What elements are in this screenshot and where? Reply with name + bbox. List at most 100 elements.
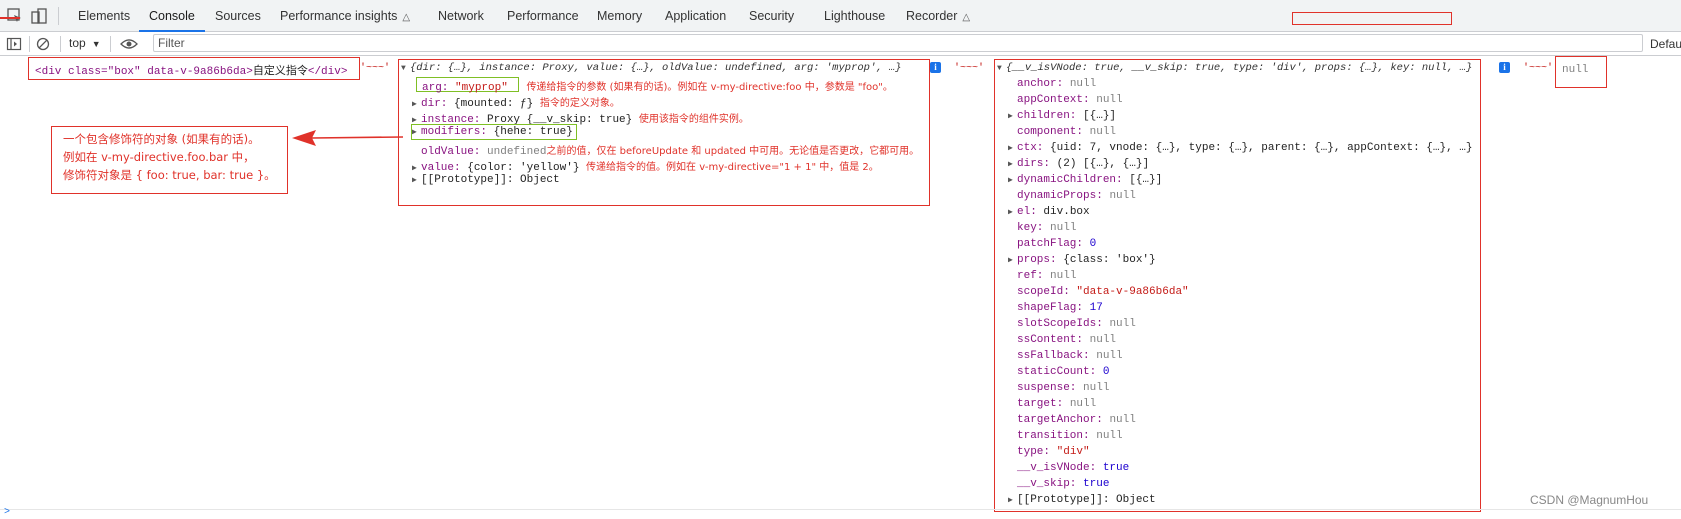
- vnode-row: staticCount: 0: [1017, 366, 1109, 378]
- vnode-summary-text: {__v_isVNode: true, __v_skip: true, type…: [1006, 62, 1473, 74]
- clear-console-icon[interactable]: [35, 36, 51, 52]
- collapsed-triangle-icon: ▶: [412, 128, 417, 137]
- vnode-key: patchFlag:: [1017, 238, 1084, 250]
- collapsed-triangle-icon: ▶: [1008, 256, 1013, 265]
- arg-annotation: 传递给指令的参数 (如果有的话)。例如在 v-my-directive:foo …: [526, 82, 893, 93]
- tab-performance-insights[interactable]: Performance insights △: [280, 0, 410, 31]
- vnode-value: null: [1096, 94, 1123, 106]
- vnode-row[interactable]: ▶ props: {class: 'box'}: [1008, 254, 1156, 266]
- vnode-key: scopeId:: [1017, 286, 1070, 298]
- log-levels-dropdown[interactable]: Defaul: [1650, 37, 1681, 51]
- vnode-value: null: [1109, 414, 1136, 426]
- vnode-key: ssContent:: [1017, 334, 1084, 346]
- callout-arrow-icon: [292, 130, 404, 146]
- oldvalue-annotation: 之前的值，仅在 beforeUpdate 和 updated 中可用。无论值是否…: [546, 146, 920, 157]
- modifiers-value: {hehe: true}: [493, 126, 573, 138]
- tab-lighthouse[interactable]: Lighthouse: [824, 0, 885, 31]
- logged-element[interactable]: <div class="box" data-v-9a86b6da>自定义指令</…: [35, 62, 347, 78]
- value-annotation: 传递给指令的值。例如在 v-my-directive="1 + 1" 中，值是 …: [586, 162, 879, 173]
- element-text: 自定义指令: [252, 64, 308, 77]
- toolbar-divider: [29, 36, 30, 52]
- console-prompt-icon[interactable]: >: [4, 507, 10, 518]
- vnode-value: null: [1050, 222, 1077, 234]
- vnode-row[interactable]: ▶ ctx: {uid: 7, vnode: {…}, type: {…}, pa…: [1008, 142, 1472, 154]
- vnode-row: ssFallback: null: [1017, 350, 1123, 362]
- info-icon[interactable]: i: [1499, 62, 1510, 73]
- vnode-value: Object: [1116, 494, 1156, 506]
- tab-security[interactable]: Security: [749, 0, 794, 31]
- tab-performance[interactable]: Performance: [507, 0, 579, 31]
- tab-recorder-label: Recorder: [906, 9, 958, 23]
- binding-modifiers-row[interactable]: ▶ modifiers: {hehe: true}: [412, 126, 573, 138]
- vnode-key: el:: [1017, 206, 1037, 218]
- live-expression-eye-icon[interactable]: [120, 37, 138, 51]
- vnode-row[interactable]: ▶ dynamicChildren: [{…}]: [1008, 174, 1162, 186]
- binding-object-summary[interactable]: ▼ {dir: {…}, instance: Proxy, value: {…},…: [401, 62, 901, 74]
- show-sidebar-icon[interactable]: [6, 36, 22, 52]
- vnode-row: ref: null: [1017, 270, 1076, 282]
- filter-input[interactable]: [153, 34, 1643, 52]
- vnode-value: null: [1050, 270, 1077, 282]
- modifiers-callout-line: 一个包含修饰符的对象 (如果有的话)。: [63, 132, 260, 146]
- binding-arg-row: arg: "myprop" 传递给指令的参数 (如果有的话)。例如在 v-my-…: [422, 78, 893, 94]
- vnode-row: transition: null: [1017, 430, 1123, 442]
- inspect-element-icon[interactable]: [6, 7, 24, 25]
- value-key: value:: [421, 162, 461, 174]
- vnode-row[interactable]: ▶ [[Prototype]]: Object: [1008, 494, 1156, 506]
- modifiers-callout-line: 例如在 v-my-directive.foo.bar 中，: [63, 150, 255, 164]
- vnode-value: {uid: 7, vnode: {…}, type: {…}, parent: …: [1050, 142, 1473, 154]
- device-toolbar-icon[interactable]: [30, 7, 48, 25]
- vnode-key: children:: [1017, 110, 1077, 122]
- element-close-tag: </div>: [307, 66, 348, 78]
- vnode-key: key:: [1017, 222, 1044, 234]
- tab-memory[interactable]: Memory: [597, 0, 642, 31]
- tab-network[interactable]: Network: [438, 0, 484, 31]
- vnode-row: target: null: [1017, 398, 1096, 410]
- vnode-row: scopeId: "data-v-9a86b6da": [1017, 286, 1189, 298]
- tab-performance-insights-label: Performance insights: [280, 9, 398, 23]
- vnode-row[interactable]: ▶ dirs: (2) [{…}, {…}]: [1008, 158, 1149, 170]
- collapsed-triangle-icon: ▶: [412, 164, 417, 173]
- vnode-row: ssContent: null: [1017, 334, 1116, 346]
- prototype-value: Object: [520, 174, 560, 186]
- collapsed-triangle-icon: ▶: [412, 100, 417, 109]
- vnode-value: null: [1069, 78, 1097, 90]
- context-selector[interactable]: top ▼: [69, 36, 101, 50]
- vnode-row[interactable]: ▶ el: div.box: [1008, 206, 1090, 218]
- value-value: {color: 'yellow'}: [467, 162, 580, 174]
- binding-dir-row[interactable]: ▶ dir: {mounted: ƒ} 指令的定义对象。: [412, 94, 620, 110]
- vnode-key: target:: [1017, 398, 1064, 410]
- vnode-value: true: [1102, 462, 1130, 474]
- element-open-tag: <div class="box" data-v-9a86b6da>: [35, 66, 253, 78]
- vnode-value: null: [1109, 190, 1136, 202]
- vnode-row: component: null: [1017, 126, 1116, 138]
- collapsed-triangle-icon: ▶: [1008, 112, 1013, 121]
- vnode-key: __v_skip:: [1017, 478, 1077, 490]
- binding-value-row[interactable]: ▶ value: {color: 'yellow'} 传递给指令的值。例如在 v-…: [412, 158, 879, 174]
- vnode-value: null: [1109, 318, 1136, 330]
- tab-application[interactable]: Application: [665, 0, 726, 31]
- expanded-triangle-icon: ▼: [997, 64, 1002, 73]
- tab-console[interactable]: Console: [139, 0, 205, 32]
- context-selector-label: top: [69, 36, 86, 50]
- vnode-key: shapeFlag:: [1017, 302, 1084, 314]
- experimental-flask-icon: △: [962, 12, 971, 23]
- chevron-down-icon: ▼: [91, 39, 101, 49]
- info-icon[interactable]: i: [930, 62, 941, 73]
- oldvalue-key: oldValue:: [421, 146, 481, 158]
- tab-elements[interactable]: Elements: [78, 0, 130, 31]
- tab-sources[interactable]: Sources: [215, 0, 261, 31]
- vnode-row: slotScopeIds: null: [1017, 318, 1136, 330]
- collapsed-triangle-icon: ▶: [412, 176, 417, 185]
- vnode-key: __v_isVNode:: [1017, 462, 1097, 474]
- vnode-row[interactable]: ▶ children: [{…}]: [1008, 110, 1116, 122]
- vnode-row: targetAnchor: null: [1017, 414, 1136, 426]
- tab-recorder[interactable]: Recorder △: [906, 0, 970, 31]
- vnode-value: null: [1096, 350, 1123, 362]
- devtools-tab-bar: Elements Console Sources Performance ins…: [0, 0, 1681, 32]
- separator-2: '~~~': [954, 63, 985, 74]
- vnode-row: shapeFlag: 17: [1017, 302, 1103, 314]
- vnode-object-summary[interactable]: ▼ {__v_isVNode: true, __v_skip: true, typ…: [997, 62, 1472, 74]
- binding-prototype-row[interactable]: ▶ [[Prototype]]: Object: [412, 174, 560, 186]
- vnode-value: null: [1089, 334, 1117, 346]
